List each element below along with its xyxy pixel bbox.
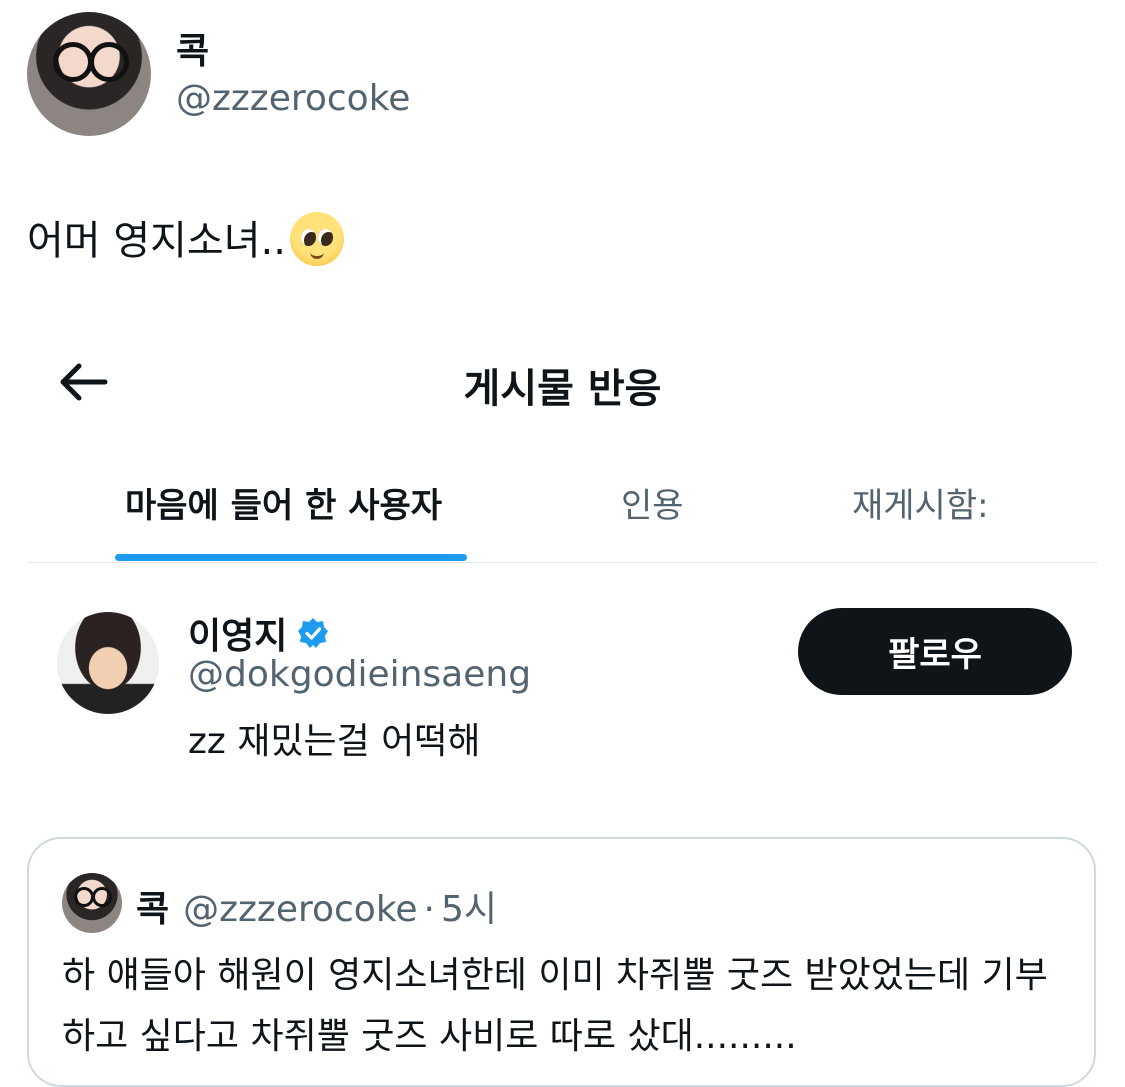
tab-quotes[interactable]: 인용: [621, 478, 684, 527]
tweet-text: 어머 영지소녀..: [27, 208, 344, 266]
user-handle[interactable]: @dokgodieinsaeng: [188, 654, 531, 695]
tweet-text-content: 어머 영지소녀..: [27, 218, 286, 264]
tab-reposts[interactable]: 재게시함:: [852, 478, 989, 527]
user-bio: zz 재밌는걸 어떡해: [188, 721, 481, 762]
page-title: 게시물 반응: [463, 366, 662, 412]
tab-likes[interactable]: 마음에 들어 한 사용자: [125, 478, 442, 527]
glasses-icon: [92, 887, 112, 907]
quoted-author-name: 콕: [136, 889, 170, 930]
quoted-author-avatar: [62, 873, 122, 933]
quoted-tweet-time: 5시: [440, 889, 498, 930]
glasses-icon: [89, 42, 129, 82]
meta-separator: ·: [423, 889, 435, 930]
reaction-tabs: 마음에 들어 한 사용자 인용 재게시함:: [27, 470, 1098, 563]
follow-button[interactable]: 팔로우: [798, 608, 1072, 695]
divider: [27, 562, 1098, 563]
user-name-label: 이영지: [188, 616, 288, 657]
quoted-author-handle: @zzzerocoke: [183, 889, 418, 930]
glasses-icon: [74, 887, 94, 907]
quoted-tweet-text: 하 얘들아 해원이 영지소녀한테 이미 차쥐뿔 굿즈 받았었는데 기부 하고 싶…: [62, 955, 1048, 1057]
user-avatar[interactable]: [57, 612, 159, 714]
author-name[interactable]: 콕: [176, 22, 209, 74]
quoted-tweet-header: 콕 @zzzerocoke · 5시: [136, 880, 497, 932]
user-name[interactable]: 이영지: [188, 607, 329, 659]
verified-badge-icon: [298, 618, 329, 648]
glasses-icon: [53, 42, 93, 82]
author-handle[interactable]: @zzzerocoke: [176, 78, 410, 119]
author-avatar[interactable]: [27, 12, 151, 136]
active-tab-indicator: [115, 554, 467, 561]
pleading-face-icon: [289, 212, 344, 266]
